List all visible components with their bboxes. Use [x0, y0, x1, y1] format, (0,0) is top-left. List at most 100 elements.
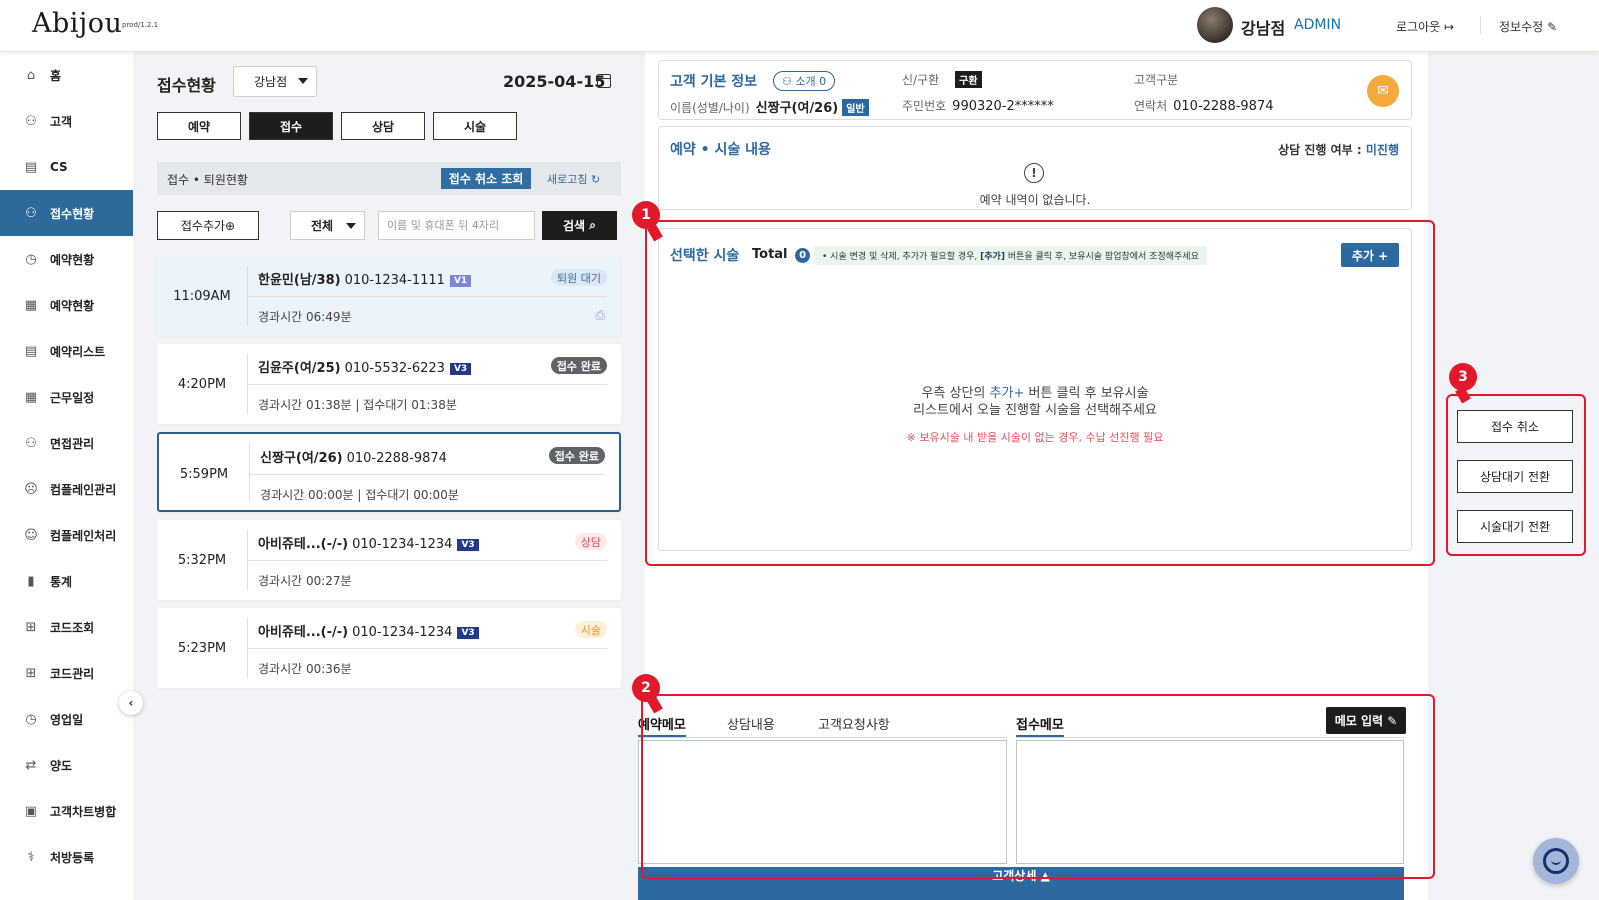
reception-memo-textarea[interactable] — [1016, 740, 1404, 864]
interview-icon: ⚇ — [25, 435, 37, 451]
calendar-building-icon: ▦ — [24, 297, 38, 313]
sidebar-item-chart-merge[interactable]: ▣ 고객차트병합 — [0, 788, 133, 834]
tab-reception[interactable]: 접수 — [249, 112, 333, 140]
add-treatment-button[interactable]: 추가 + — [1341, 243, 1399, 267]
logout-link[interactable]: 로그아웃 ↦ — [1396, 18, 1454, 35]
cancel-view-button[interactable]: 접수 취소 조회 — [441, 168, 531, 189]
card-customer: 김윤주(여/25) 010-5532-6223 V3 — [258, 357, 472, 376]
sidebar-item-code-manage[interactable]: ⊞ 코드관리 — [0, 650, 133, 696]
customer-type-label: 고객구분 — [1134, 73, 1179, 87]
sidebar-item-customer[interactable]: ⚇ 고객 — [0, 98, 133, 144]
card-time: 4:20PM — [177, 376, 227, 392]
sidebar-item-home[interactable]: ⌂ 홈 — [0, 52, 133, 98]
caret-down-icon — [346, 223, 356, 229]
treatment-total: Total 0 — [752, 247, 811, 263]
card-customer: 아비쥬테...(-/-) 010-1234-1234 V3 — [258, 533, 479, 552]
selected-treatment-title: 선택한 시술 — [670, 248, 740, 264]
reception-card[interactable]: 11:09AM 한윤민(남/38) 010-1234-1111 V1 퇴원 대기 경… — [157, 256, 621, 336]
sidebar-item-statistics[interactable]: ▮ 통계 — [0, 558, 133, 604]
card-customer: 신짱구(여/26) 010-2288-9874 — [260, 451, 447, 466]
switch-to-treatment-button[interactable]: 시술대기 전환 — [1457, 510, 1573, 543]
customer-info-box: 고객 기본 정보 ⚇ 소개 0 이름(성별/나이) 신짱구(여/26) 일반 신/구… — [658, 60, 1412, 120]
smile-face-icon: ☺ — [24, 527, 38, 543]
users-icon: ⚇ — [25, 113, 37, 129]
sidebar-item-interview[interactable]: ⚇ 면접관리 — [0, 420, 133, 466]
sidebar-item-reservation-status[interactable]: ◷ 예약현황 — [0, 236, 133, 282]
pencil-icon: ✎ — [1387, 713, 1398, 728]
tab-treatment[interactable]: 시술 — [433, 112, 517, 140]
transfer-icon: ⇄ — [25, 757, 37, 773]
reception-card[interactable]: 4:20PM 김윤주(여/25) 010-5532-6223 V3 접수 완료 경과… — [157, 344, 621, 424]
reception-card[interactable]: 5:32PM 아비쥬테...(-/-) 010-1234-1234 V3 상담 경과… — [157, 520, 621, 600]
app-logo[interactable]: Abijou — [32, 8, 122, 39]
tab-consult[interactable]: 상담 — [341, 112, 425, 140]
sidebar-item-prescription[interactable]: ⚕ 처방등록 — [0, 834, 133, 880]
tab-consult-content[interactable]: 상담내용 — [727, 714, 775, 733]
calendar-icon[interactable] — [597, 74, 611, 88]
refresh-icon: ↻ — [590, 173, 601, 186]
card-customer: 아비쥬테...(-/-) 010-1234-1234 V3 — [258, 621, 479, 640]
sidebar: ⌂ 홈 ⚇ 고객 ▤ CS ⚇ 접수현황 ◷ 예약현황 ▦ 예약현황 ▤ 예약리스트 ▦ 근무일… — [0, 52, 133, 900]
grade-badge: V3 — [449, 363, 472, 375]
add-reception-button[interactable]: 접수추가 ⊕ — [157, 211, 259, 240]
grade-badge: V3 — [457, 539, 479, 551]
sidebar-item-reception[interactable]: ⚇ 접수현황 — [0, 190, 133, 236]
sidebar-item-work-schedule[interactable]: ▦ 근무일정 — [0, 374, 133, 420]
sidebar-item-complaint-manage[interactable]: ☹ 컴플레인관리 — [0, 466, 133, 512]
no-reservation-message: 예약 내역이 없습니다. — [979, 193, 1091, 207]
cancel-reception-button[interactable]: 접수 취소 — [1457, 410, 1573, 443]
edit-info-link[interactable]: 정보수정 ✎ — [1499, 18, 1557, 35]
sidebar-collapse-button[interactable]: ‹ — [119, 691, 143, 715]
tab-customer-request[interactable]: 고객요청사항 — [818, 714, 890, 733]
card-time: 5:32PM — [177, 552, 227, 568]
app-version: prod/1.2.1 — [122, 21, 159, 29]
schedule-icon: ▦ — [24, 389, 38, 405]
reception-card[interactable]: 5:23PM 아비쥬테...(-/-) 010-1234-1234 V3 시술 경과… — [157, 608, 621, 688]
sidebar-item-complaint-process[interactable]: ☺ 컴플레인처리 — [0, 512, 133, 558]
customer-detail-toggle[interactable]: 고객상세 ▲ — [638, 867, 1404, 900]
sidebar-item-reservation-status-2[interactable]: ▦ 예약현황 — [0, 282, 133, 328]
chat-button[interactable] — [1533, 838, 1579, 884]
search-icon: ⌕ — [589, 218, 596, 232]
reservation-memo-textarea[interactable] — [638, 740, 1007, 864]
sidebar-item-reservation-list[interactable]: ▤ 예약리스트 — [0, 328, 133, 374]
total-count: 0 — [795, 248, 811, 263]
mail-icon: ✉ — [1377, 83, 1389, 99]
tab-reservation[interactable]: 예약 — [157, 112, 241, 140]
reception-panel: 접수현황 강남점 2025-04-15 예약 접수 상담 시술 접수 • 퇴원현… — [145, 52, 640, 900]
consult-status: 상담 진행 여부 : 미진행 — [1278, 143, 1399, 157]
customer-contact: 010-2288-9874 — [1173, 99, 1274, 114]
reception-date[interactable]: 2025-04-15 — [503, 72, 605, 91]
status-bar-label: 접수 • 퇴원현황 — [167, 173, 248, 187]
sidebar-item-transfer[interactable]: ⇄ 양도 — [0, 742, 133, 788]
card-elapsed: 경과시간 06:49분 — [258, 310, 352, 324]
sidebar-item-cs[interactable]: ▤ CS — [0, 144, 133, 190]
print-icon[interactable]: ⎙ — [595, 308, 605, 323]
avatar[interactable] — [1197, 7, 1233, 43]
pencil-icon: ✎ — [1547, 20, 1558, 34]
intro-count-button[interactable]: ⚇ 소개 0 — [773, 71, 836, 91]
search-button[interactable]: 검색 ⌕ — [542, 211, 617, 240]
customer-rrn: 990320-2****** — [952, 99, 1054, 114]
users-icon: ⚇ — [782, 74, 796, 88]
search-input[interactable] — [378, 211, 535, 240]
memo-input-button[interactable]: 메모 입력 ✎ — [1326, 707, 1406, 734]
tab-reservation-memo[interactable]: 예약메모 — [638, 714, 686, 738]
card-time: 5:23PM — [177, 640, 227, 656]
switch-to-consult-button[interactable]: 상담대기 전환 — [1457, 460, 1573, 493]
tab-reception-memo[interactable]: 접수메모 — [1016, 714, 1064, 738]
reception-card[interactable]: 5:59PM 신짱구(여/26) 010-2288-9874 접수 완료 경과시간… — [157, 432, 621, 512]
filter-select[interactable]: 전체 — [290, 211, 365, 240]
treatment-hint: • 시술 변경 및 삭제, 추가가 필요할 경우, [추가] 버튼을 클릭 후,… — [814, 246, 1207, 265]
selected-treatment-box: 선택한 시술 Total 0 • 시술 변경 및 삭제, 추가가 필요할 경우,… — [658, 228, 1412, 551]
header-branch-name: 강남점 — [1241, 19, 1286, 38]
plus-circle-icon: ⊕ — [225, 218, 236, 233]
sidebar-item-code-lookup[interactable]: ⊞ 코드조회 — [0, 604, 133, 650]
branch-select[interactable]: 강남점 — [233, 66, 317, 97]
mail-button[interactable]: ✉ — [1367, 75, 1399, 107]
new-old-row: 신/구환 구환 — [902, 71, 982, 88]
sidebar-item-business-day[interactable]: ◷ 영업일 — [0, 696, 133, 742]
customer-detail-panel: 고객 기본 정보 ⚇ 소개 0 이름(성별/나이) 신짱구(여/26) 일반 신/구… — [638, 52, 1428, 900]
refresh-button[interactable]: 새로고침 ↻ — [547, 171, 600, 187]
card-elapsed: 경과시간 01:38분 | 접수대기 01:38분 — [258, 398, 457, 412]
